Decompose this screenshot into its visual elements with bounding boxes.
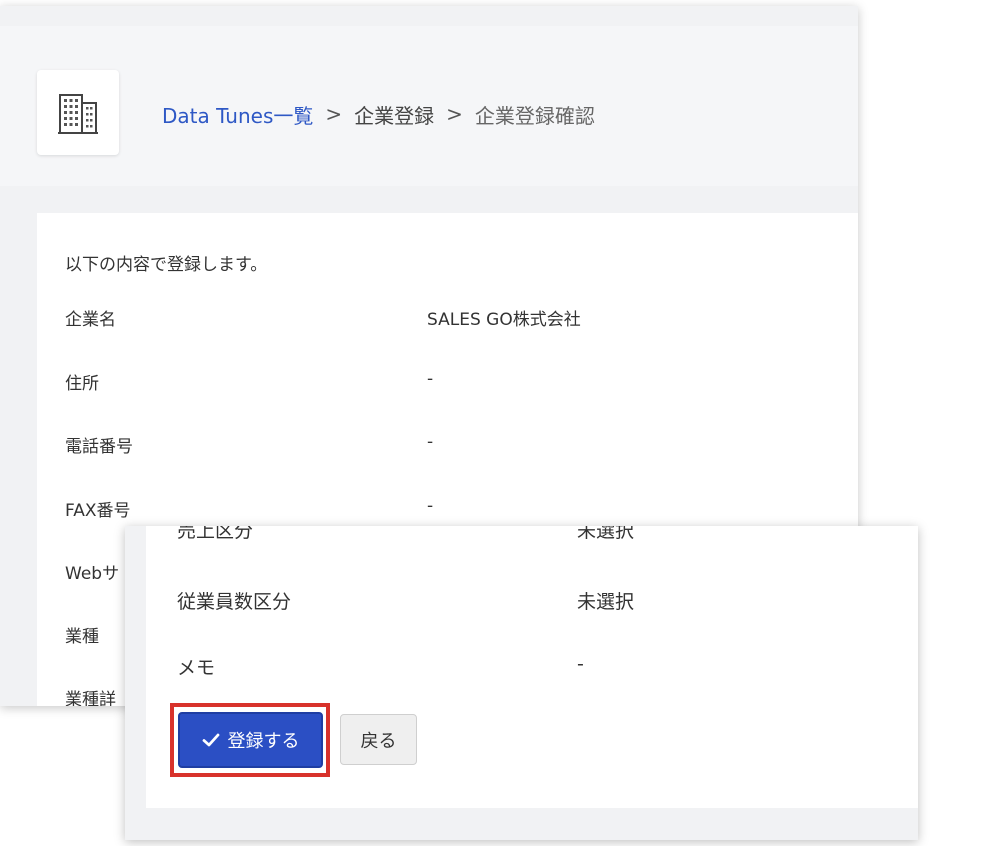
field-label-employee-category: 従業員数区分: [177, 591, 292, 613]
field-value-address: -: [427, 369, 434, 389]
field-label-address: 住所: [65, 374, 99, 394]
field-label-sales-category: 売上区分: [177, 526, 254, 542]
field-value-company-name: SALES GO株式会社: [427, 310, 581, 330]
field-value-fax: -: [427, 496, 434, 516]
company-logo: [37, 70, 119, 155]
building-icon: [58, 93, 98, 134]
field-value-phone: -: [427, 432, 434, 452]
field-value-employee-category: 未選択: [577, 591, 635, 613]
back-button[interactable]: 戻る: [340, 714, 417, 765]
check-icon: [202, 733, 219, 747]
breadcrumb-company-register-confirm: 企業登録確認: [474, 103, 595, 128]
back-button-label: 戻る: [360, 730, 397, 752]
field-label-fax: FAX番号: [65, 501, 131, 521]
breadcrumb-data-tunes-list-link[interactable]: Data Tunes一覧: [162, 100, 313, 129]
field-label-industry-detail: 業種詳: [65, 690, 116, 706]
breadcrumb-company-register: 企業登録: [354, 103, 435, 128]
breadcrumb-separator: >: [446, 102, 463, 126]
register-button-label: 登録する: [227, 731, 300, 752]
field-value-memo: -: [577, 653, 584, 675]
breadcrumb-separator: >: [325, 102, 343, 126]
confirm-intro-text: 以下の内容で登録します。: [65, 255, 268, 275]
field-label-website: Webサ: [65, 564, 120, 584]
field-label-industry: 業種: [65, 627, 99, 647]
register-confirm-window-front: 売上区分 未選択 従業員数区分 未選択 メモ -: [125, 526, 918, 840]
field-value-sales-category: 未選択: [577, 526, 635, 542]
breadcrumb: Data Tunes一覧 > 企業登録 > 企業登録確認: [162, 100, 595, 128]
register-button[interactable]: 登録する: [178, 712, 323, 768]
field-label-memo: メモ: [177, 657, 216, 679]
field-label-phone: 電話番号: [65, 437, 133, 457]
field-label-company-name: 企業名: [65, 310, 116, 330]
